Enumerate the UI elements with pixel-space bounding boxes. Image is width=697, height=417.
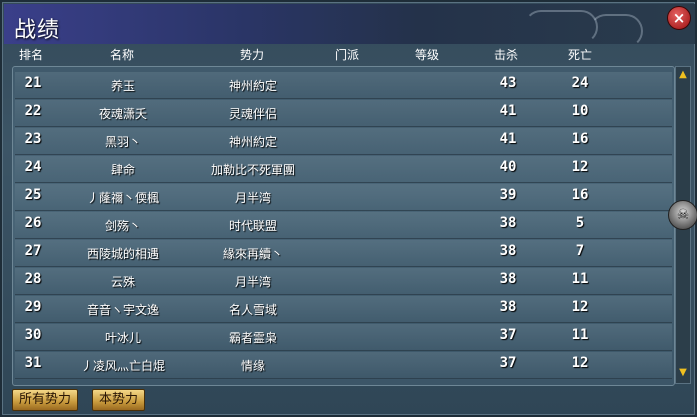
triangle-down-icon[interactable]: ▼ — [677, 367, 689, 379]
scoreboard-window: 战绩 × 排名 名称 势力 门派 等级 击杀 死亡 21 养玉 神州約定 43 … — [0, 0, 697, 417]
column-header-deaths[interactable]: 死亡 — [560, 46, 600, 63]
column-header-name[interactable]: 名称 — [92, 46, 152, 63]
faction-cell: 霸者霊枭 — [228, 331, 277, 345]
table-row[interactable]: 23 黑羽丶 神州約定 41 16 — [13, 127, 674, 155]
deaths-cell: 12 — [571, 355, 589, 371]
ranking-list: 21 养玉 神州約定 43 24 22 夜魂潇夭 灵魂伴侣 41 10 23 黑… — [12, 66, 675, 386]
rank-cell: 26 — [24, 215, 42, 231]
rank-cell: 22 — [24, 103, 42, 119]
name-cell: 养玉 — [110, 79, 135, 93]
faction-cell: 名人雪域 — [228, 303, 277, 317]
column-header-rank[interactable]: 排名 — [16, 46, 46, 63]
table-row[interactable]: 26 剑殇丶 时代联盟 38 5 — [13, 211, 674, 239]
deaths-cell: 24 — [571, 75, 589, 91]
skull-icon[interactable]: ☠ — [668, 200, 697, 230]
faction-cell: 情缘 — [240, 359, 265, 373]
faction-cell: 神州約定 — [228, 79, 277, 93]
faction-cell: 月半湾 — [234, 275, 271, 289]
deaths-cell: 16 — [571, 187, 589, 203]
faction-cell: 緣來再續丶 — [222, 247, 283, 261]
kills-cell: 38 — [499, 299, 517, 315]
rank-cell: 27 — [24, 243, 42, 259]
cloud-swirl-decoration — [589, 14, 643, 48]
table-row[interactable]: 24 肆命 加勒比不死軍團 40 12 — [13, 155, 674, 183]
rank-cell: 30 — [24, 327, 42, 343]
name-cell: 夜魂潇夭 — [98, 107, 147, 121]
triangle-up-icon[interactable]: ▲ — [677, 69, 689, 81]
column-header-sect[interactable]: 门派 — [327, 46, 367, 63]
name-cell: 丿凌风灬亡白焜 — [80, 359, 165, 373]
table-row[interactable]: 31 丿凌风灬亡白焜 情缘 37 12 — [13, 351, 674, 379]
name-cell: 西陵城的相遇 — [86, 247, 159, 261]
kills-cell: 37 — [499, 327, 517, 343]
deaths-cell: 12 — [571, 159, 589, 175]
table-row[interactable]: 25 丿蕯禰丶偄楓 月半湾 39 16 — [13, 183, 674, 211]
table-row[interactable]: 21 养玉 神州約定 43 24 — [13, 71, 674, 99]
title-bar: 战绩 — [4, 4, 695, 48]
kills-cell: 39 — [499, 187, 517, 203]
close-button[interactable]: × — [667, 6, 691, 30]
table-row[interactable]: 28 云殊 月半湾 38 11 — [13, 267, 674, 295]
kills-cell: 37 — [499, 355, 517, 371]
rank-cell: 28 — [24, 271, 42, 287]
kills-cell: 38 — [499, 271, 517, 287]
table-row[interactable]: 27 西陵城的相遇 緣來再續丶 38 7 — [13, 239, 674, 267]
rank-cell: 23 — [24, 131, 42, 147]
tab-all-factions[interactable]: 所有势力 — [12, 389, 79, 411]
deaths-cell: 12 — [571, 299, 589, 315]
table-header: 排名 名称 势力 门派 等级 击杀 死亡 — [12, 46, 672, 64]
column-header-faction[interactable]: 势力 — [222, 46, 282, 63]
kills-cell: 41 — [499, 131, 517, 147]
faction-cell: 加勒比不死軍團 — [210, 163, 295, 177]
rank-cell: 25 — [24, 187, 42, 203]
name-cell: 音音ヽ宇文逸 — [86, 303, 159, 317]
kills-cell: 43 — [499, 75, 517, 91]
name-cell: 叶冰儿 — [104, 331, 141, 345]
cloud-swirl-decoration — [524, 10, 598, 44]
deaths-cell: 10 — [571, 103, 589, 119]
deaths-cell: 11 — [571, 327, 589, 343]
deaths-cell: 5 — [575, 215, 585, 231]
table-row[interactable]: 29 音音ヽ宇文逸 名人雪域 38 12 — [13, 295, 674, 323]
kills-cell: 38 — [499, 243, 517, 259]
faction-cell: 神州約定 — [228, 135, 277, 149]
name-cell: 云殊 — [110, 275, 135, 289]
kills-cell: 41 — [499, 103, 517, 119]
column-header-level[interactable]: 等级 — [407, 46, 447, 63]
rank-cell: 21 — [24, 75, 42, 91]
faction-cell: 月半湾 — [234, 191, 271, 205]
column-header-kills[interactable]: 击杀 — [486, 46, 526, 63]
window-title: 战绩 — [14, 18, 61, 43]
rank-cell: 31 — [24, 355, 42, 371]
rank-cell: 29 — [24, 299, 42, 315]
name-cell: 剑殇丶 — [104, 219, 141, 233]
deaths-cell: 11 — [571, 271, 589, 287]
tab-own-faction[interactable]: 本势力 — [92, 389, 146, 411]
kills-cell: 38 — [499, 215, 517, 231]
faction-cell: 时代联盟 — [228, 219, 277, 233]
deaths-cell: 16 — [571, 131, 589, 147]
kills-cell: 40 — [499, 159, 517, 175]
name-cell: 黑羽丶 — [104, 135, 141, 149]
faction-cell: 灵魂伴侣 — [228, 107, 277, 121]
table-row[interactable]: 30 叶冰儿 霸者霊枭 37 11 — [13, 323, 674, 351]
name-cell: 肆命 — [110, 163, 135, 177]
table-row[interactable]: 22 夜魂潇夭 灵魂伴侣 41 10 — [13, 99, 674, 127]
name-cell: 丿蕯禰丶偄楓 — [86, 191, 159, 205]
rank-cell: 24 — [24, 159, 42, 175]
deaths-cell: 7 — [575, 243, 585, 259]
